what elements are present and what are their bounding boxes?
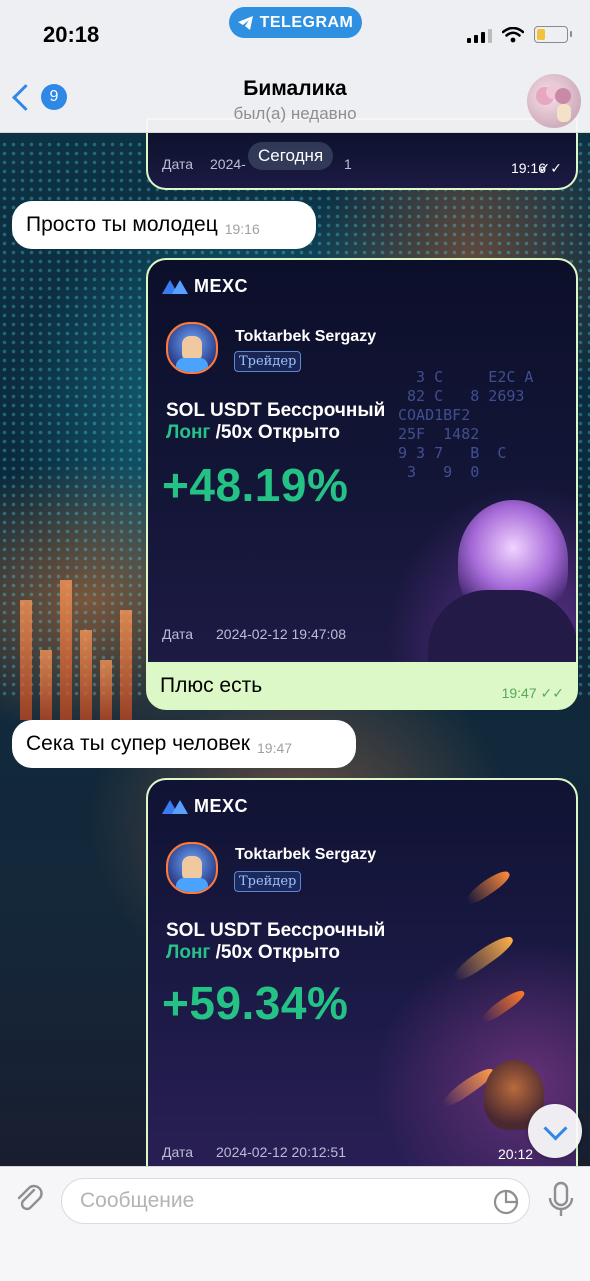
composer-bar: Сообщение [0,1166,590,1281]
date-label: Дата [162,156,194,172]
chat-status: был(а) недавно [233,104,357,123]
mexc-logo-icon [162,279,188,294]
return-to-app-pill[interactable]: TELEGRAM [229,7,362,38]
message-time: 19:47 ✓✓ [502,685,564,702]
status-time: 20:18 [43,22,100,47]
meteor [449,931,517,985]
date-label: Дата [162,626,194,642]
message-placeholder: Сообщение [80,1189,195,1212]
trade-pair: SOL USDT Бессрочный Лонг /50x Открыто [166,400,385,444]
leverage-text: /50x Открыто [210,422,340,443]
mexc-logo-icon [162,799,188,814]
sticker-icon[interactable] [493,1189,519,1215]
meteor [463,866,513,908]
paperclip-icon[interactable] [12,1181,48,1217]
message-time: 19:47 [257,740,293,756]
wallpaper-bars [0,560,140,720]
outgoing-image-message[interactable]: MEXC Toktarbek Sergazy Трейдер SOL USDT … [146,778,578,1170]
trade-side: Лонг [166,422,211,443]
trader-name: Toktarbek Sergazy [235,328,377,345]
incoming-message[interactable]: Сека ты супер человек 19:47 [12,720,356,768]
message-time: 19:16 [224,221,260,237]
date-label: Дата [162,1144,194,1160]
avatar-illustration [536,85,571,122]
read-checks-icon: ✓✓ [538,160,562,176]
trade-side: Лонг [166,942,211,963]
trader-name: Toktarbek Sergazy [235,846,377,863]
message-input[interactable]: Сообщение [61,1178,530,1224]
pnl-percent: +48.19% [162,459,349,511]
outgoing-image-message[interactable]: 3 C E2C A 82 C 8 2693 COAD1BF2 25F 1482 … [146,258,578,710]
chat-title[interactable]: Бималика [0,77,590,101]
mexc-logo: MEXC [162,796,248,817]
date-separator: Сегодня [248,142,334,170]
navigation-header: 20:18 TELEGRAM 9 Бималика был(а) недавно [0,0,590,133]
pnl-percent: +59.34% [162,977,349,1029]
trade-card-image[interactable]: 3 C E2C A 82 C 8 2693 COAD1BF2 25F 1482 … [148,260,576,662]
microphone-icon[interactable] [546,1181,576,1219]
brand-name: MEXC [194,796,249,816]
trader-avatar [166,322,218,374]
scroll-to-bottom-button[interactable] [528,1104,582,1158]
trader-tag: Трейдер [234,351,302,372]
trader-avatar [166,842,218,894]
trader-tag: Трейдер [234,871,302,892]
message-time: 20:12 [498,1146,534,1162]
caption-row: Плюс есть 19:47 ✓✓ [148,662,576,708]
pair-line: SOL USDT Бессрочный [166,920,386,941]
message-time-value: 19:47 [501,685,537,701]
chevron-down-icon [542,1115,568,1141]
message-text: Сека ты супер человек [26,732,250,755]
read-checks-icon: ✓✓ [540,685,564,701]
cellular-signal-icon [467,27,492,43]
battery-icon [534,26,572,43]
return-app-label: TELEGRAM [259,13,354,31]
date-value: 2024-02-12 19:47:08 [216,626,346,642]
trade-card-image[interactable]: MEXC Toktarbek Sergazy Трейдер SOL USDT … [148,780,576,1168]
pair-line: SOL USDT Бессрочный [166,400,386,421]
trade-pair: SOL USDT Бессрочный Лонг /50x Открыто [166,920,385,964]
incoming-message[interactable]: Просто ты молодец 19:16 [12,201,316,249]
decor-code: 3 C E2C A 82 C 8 2693 COAD1BF2 25F 1482 … [398,368,534,481]
contact-avatar[interactable] [527,74,581,128]
brand-name: MEXC [194,276,249,296]
mexc-logo: MEXC [162,276,248,297]
date-value: 2024-02-12 20:12:51 [216,1144,346,1160]
caption-text: Плюс есть [160,674,263,697]
message-text: Просто ты молодец [26,213,218,236]
date-value-suffix: 1 [344,156,352,172]
status-icons [467,26,572,43]
leverage-text: /50x Открыто [210,942,340,963]
wifi-icon [502,26,524,42]
telegram-plane-icon [237,15,253,30]
date-value: 2024- [210,156,246,172]
meteor [479,986,527,1026]
